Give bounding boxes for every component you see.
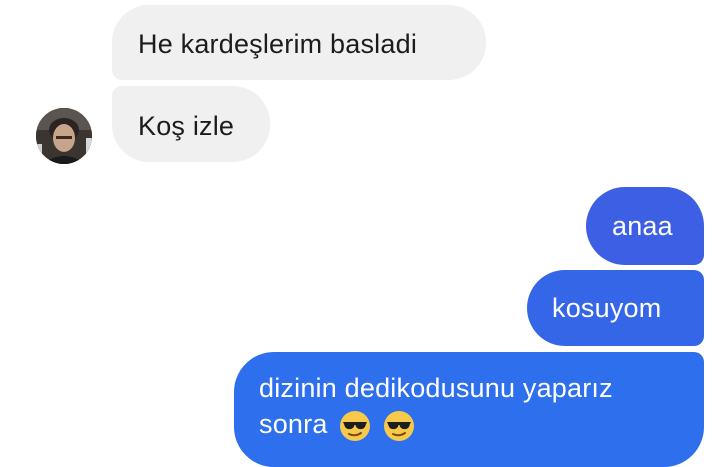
chat-thread: He kardeşlerim basladi Koş izle anaa kos… <box>0 0 715 467</box>
message-text-line: dizinin dedikodusunu yaparız <box>259 373 613 403</box>
incoming-message-bubble[interactable]: He kardeşlerim basladi <box>112 5 486 80</box>
message-text: anaa <box>612 211 673 241</box>
avatar-image-icon <box>36 108 92 164</box>
outgoing-message-bubble[interactable]: anaa <box>586 187 704 265</box>
message-text: sonra <box>259 409 328 439</box>
outgoing-message-bubble[interactable]: kosuyom <box>527 270 704 346</box>
outgoing-message-bubble[interactable]: dizinin dedikodusunu yaparız sonra <box>234 352 704 467</box>
message-text: He kardeşlerim basladi <box>138 29 418 59</box>
sunglasses-emoji-icon <box>339 410 371 442</box>
incoming-message-bubble[interactable]: Koş izle <box>112 86 270 162</box>
message-text: Koş izle <box>138 111 235 141</box>
message-text: kosuyom <box>552 293 662 323</box>
contact-avatar[interactable] <box>36 108 92 164</box>
message-text-line-2: sonra <box>259 406 684 442</box>
sunglasses-emoji-icon <box>383 410 415 442</box>
